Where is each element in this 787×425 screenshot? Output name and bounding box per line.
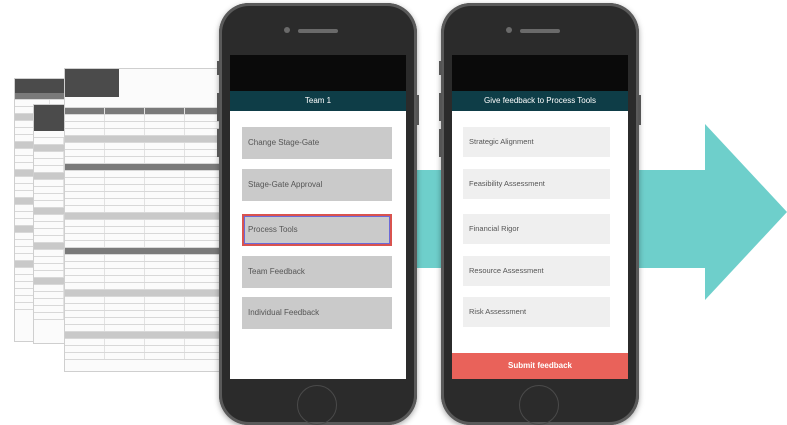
status-bar [230, 55, 406, 91]
phone-2-screen: Give feedback to Process Tools Strategic… [452, 55, 628, 379]
home-button[interactable] [519, 385, 559, 425]
menu-item-individual-feedback[interactable]: Individual Feedback [242, 297, 392, 329]
nav-title: Give feedback to Process Tools [452, 91, 628, 111]
feedback-feasibility-assessment[interactable]: Feasibility Assessment [463, 169, 610, 199]
power-button [638, 95, 641, 125]
phone-1: Team 1 Change Stage-Gate Stage-Gate Appr… [217, 3, 419, 425]
menu-item-change-stage-gate[interactable]: Change Stage-Gate [242, 127, 392, 159]
camera-icon [284, 27, 290, 33]
volume-up-button [217, 93, 220, 121]
feedback-strategic-alignment[interactable]: Strategic Alignment [463, 127, 610, 157]
submit-feedback-button[interactable]: Submit feedback [452, 353, 628, 379]
feedback-risk-assessment[interactable]: Risk Assessment [463, 297, 610, 327]
phone-2: Give feedback to Process Tools Strategic… [439, 3, 641, 425]
mute-switch [217, 61, 220, 75]
nav-title: Team 1 [230, 91, 406, 111]
volume-up-button [439, 93, 442, 121]
volume-down-button [217, 129, 220, 157]
home-button[interactable] [297, 385, 337, 425]
volume-down-button [439, 129, 442, 157]
camera-icon [506, 27, 512, 33]
feedback-resource-assessment[interactable]: Resource Assessment [463, 256, 610, 286]
spreadsheet-front [64, 68, 226, 372]
menu-item-stage-gate-approval[interactable]: Stage-Gate Approval [242, 169, 392, 201]
phone-1-screen: Team 1 Change Stage-Gate Stage-Gate Appr… [230, 55, 406, 379]
power-button [416, 95, 419, 125]
menu-item-team-feedback[interactable]: Team Feedback [242, 256, 392, 288]
mute-switch [439, 61, 442, 75]
arrow-icon [705, 124, 787, 300]
menu-item-process-tools[interactable]: Process Tools [242, 214, 392, 246]
status-bar [452, 55, 628, 91]
speaker-grille [298, 29, 338, 33]
speaker-grille [520, 29, 560, 33]
feedback-financial-rigor[interactable]: Financial Rigor [463, 214, 610, 244]
